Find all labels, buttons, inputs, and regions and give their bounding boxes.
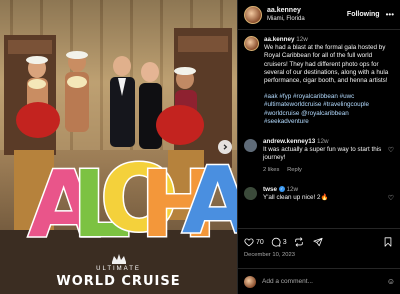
chevron-right-icon xyxy=(223,144,228,150)
more-options-icon[interactable]: ••• xyxy=(386,10,394,19)
commenter-avatar[interactable] xyxy=(244,186,257,200)
comment-input[interactable] xyxy=(262,278,387,285)
post-side-panel: aa.kenney Miami, Florida Following ••• a… xyxy=(237,0,400,294)
comment-text: Y'all clean up nice! 2🔥 xyxy=(263,194,329,202)
comment-button[interactable]: 3 xyxy=(271,237,287,247)
post-header: aa.kenney Miami, Florida Following ••• xyxy=(238,0,400,30)
comments-section: aa.kenney 12w We had a blast at the form… xyxy=(238,30,400,202)
heart-icon[interactable]: ♡ xyxy=(388,194,394,202)
repost-button[interactable] xyxy=(294,237,306,247)
aloha-sign: A L O H A xyxy=(27,144,238,260)
like-button[interactable]: 70 xyxy=(244,237,264,247)
post-photo[interactable]: A L O H A ULTIMATE WORLD CRUISE xyxy=(0,0,237,294)
repost-icon xyxy=(294,237,303,247)
author-username[interactable]: aa.kenney xyxy=(267,7,347,15)
comment-count: 3 xyxy=(282,238,287,246)
bookmark-icon xyxy=(384,237,392,247)
like-count: 70 xyxy=(256,238,264,246)
author-avatar[interactable] xyxy=(244,5,262,24)
comment-item: twse ✓ 12w Y'all clean up nice! 2🔥 ♡ xyxy=(244,186,394,202)
share-button[interactable] xyxy=(313,237,325,247)
caption-username[interactable]: aa.kenney xyxy=(264,36,294,43)
reply-button[interactable]: Reply xyxy=(287,167,302,173)
action-bar: 70 3 December 10, 2023 xyxy=(238,228,400,258)
current-user-avatar xyxy=(244,275,256,288)
sign-letter-a2: A xyxy=(182,147,237,254)
comment-text: It was actually a super fun way to start… xyxy=(263,146,382,162)
comment-icon xyxy=(271,237,281,247)
caption: aa.kenney 12w We had a blast at the form… xyxy=(244,36,394,126)
caption-time: 12w xyxy=(296,36,308,43)
comment-username[interactable]: andrew.kenney13 xyxy=(263,138,315,145)
send-icon xyxy=(313,237,323,247)
caption-hashtags[interactable]: #aak #fyp #royalcaribbean #uwc #ultimate… xyxy=(264,93,394,126)
post-location[interactable]: Miami, Florida xyxy=(267,15,347,23)
heart-icon xyxy=(244,238,254,247)
heart-icon[interactable]: ♡ xyxy=(388,146,394,154)
post-viewer: A L O H A ULTIMATE WORLD CRUISE aa.kenne… xyxy=(0,0,400,294)
comment-likes[interactable]: 2 likes xyxy=(263,167,279,173)
gala-photo-scene: A L O H A xyxy=(0,0,237,294)
next-photo-button[interactable] xyxy=(218,140,232,154)
add-comment-bar: ☺ xyxy=(238,268,400,294)
caption-text: We had a blast at the formal gala hosted… xyxy=(264,44,389,85)
brand-title: WORLD CRUISE xyxy=(56,274,181,289)
commenter-avatar[interactable] xyxy=(244,139,257,153)
verified-badge-icon: ✓ xyxy=(278,186,285,193)
comment-time: 12w xyxy=(317,138,329,146)
save-button[interactable] xyxy=(383,237,395,247)
following-button[interactable]: Following xyxy=(347,11,380,18)
comment-item: andrew.kenney13 12w It was actually a su… xyxy=(244,138,394,174)
comment-time: 12w xyxy=(286,185,299,193)
comment-username[interactable]: twse xyxy=(263,186,277,193)
post-date: December 10, 2023 xyxy=(244,252,295,258)
emoji-icon[interactable]: ☺ xyxy=(387,277,395,286)
caption-avatar[interactable] xyxy=(244,36,259,51)
brand-subtitle: ULTIMATE xyxy=(96,266,141,272)
